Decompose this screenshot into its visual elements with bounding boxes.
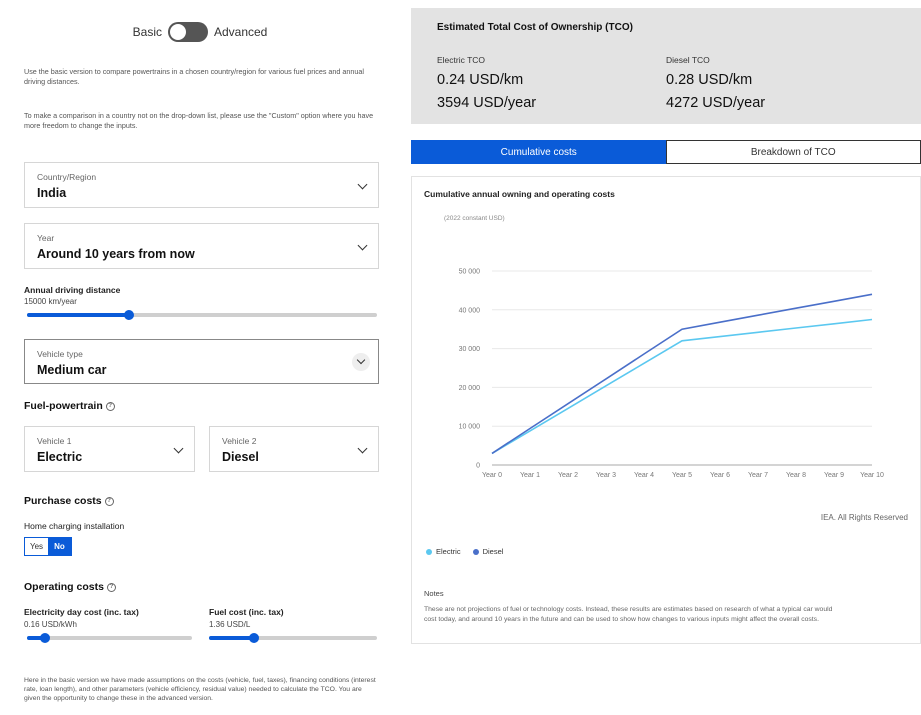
x-tick-label: Year 8 (786, 472, 806, 479)
legend-dot-electric (426, 548, 432, 555)
info-icon[interactable]: ? (105, 401, 115, 411)
purchase-costs-title-text: Purchase costs (24, 495, 102, 507)
chevron-down-icon (173, 443, 184, 454)
year-select[interactable]: Year Around 10 years from now (24, 223, 379, 269)
help-text-custom: To make a comparison in a country not on… (24, 111, 374, 130)
vehicle-type-select[interactable]: Vehicle type Medium car (24, 339, 379, 384)
country-value: India (37, 186, 67, 200)
chevron-down-icon (356, 355, 366, 365)
basic-settings-panel: Basic Advanced Use the basic version to … (0, 0, 400, 715)
basic-label: Basic (132, 25, 162, 39)
results-tabs: Cumulative costs Breakdown of TCO (411, 140, 921, 164)
x-tick-label: Year 5 (672, 472, 692, 479)
chevron-down-circle (352, 353, 370, 371)
advanced-label: Advanced (213, 25, 268, 39)
operating-costs-title: Operating costs ? (24, 581, 116, 593)
country-select[interactable]: Country/Region India (24, 162, 379, 208)
notes-title: Notes (424, 589, 444, 598)
info-icon[interactable]: ? (104, 496, 114, 506)
y-tick-label: 40 000 (459, 307, 481, 314)
vehicle1-label: Vehicle 1 (37, 436, 72, 446)
chevron-down-icon (357, 443, 368, 454)
diesel-tco-per-km: 0.28 USD/km (666, 72, 753, 88)
x-tick-label: Year 9 (824, 472, 844, 479)
x-tick-label: Year 3 (596, 472, 616, 479)
mode-switch[interactable] (167, 22, 208, 42)
cumulative-costs-chart: Cumulative annual owning and operating c… (411, 176, 921, 644)
y-tick-label: 0 (476, 463, 480, 470)
diesel-tco-label: Diesel TCO (666, 55, 710, 65)
help-text-basic: Use the basic version to compare powertr… (24, 67, 364, 86)
driving-distance-value: 15000 km/year (24, 297, 77, 306)
slider-fill (209, 636, 255, 640)
home-charging-no-button[interactable]: No (48, 538, 71, 555)
y-tick-label: 50 000 (459, 269, 481, 276)
notes-text: These are not projections of fuel or tec… (424, 606, 833, 623)
legend-item-diesel[interactable]: Diesel (472, 547, 504, 556)
home-charging-yes-button[interactable]: Yes (25, 538, 48, 555)
x-tick-label: Year 10 (860, 472, 884, 479)
chart-plot: 0 10 000 20 000 30 000 40 000 50 000 Year 0 Yea… (459, 269, 884, 480)
info-icon[interactable]: ? (106, 582, 116, 592)
legend-label-electric: Electric (436, 547, 461, 556)
purchase-costs-title: Purchase costs ? (24, 495, 114, 507)
tco-summary: Estimated Total Cost of Ownership (TCO) … (411, 8, 921, 124)
vehicle2-label: Vehicle 2 (222, 436, 257, 446)
chevron-down-icon (357, 240, 368, 251)
slider-thumb[interactable] (123, 310, 134, 320)
vehicle1-select[interactable]: Vehicle 1 Electric (24, 426, 195, 472)
tab-cumulative-costs[interactable]: Cumulative costs (412, 141, 666, 163)
slider-thumb[interactable] (40, 633, 51, 643)
x-tick-label: Year 1 (520, 472, 540, 479)
x-tick-label: Year 2 (558, 472, 578, 479)
y-tick-label: 20 000 (459, 385, 481, 392)
fuel-cost-slider[interactable] (209, 633, 377, 643)
fuel-powertrain-title-text: Fuel-powertrain (24, 400, 103, 412)
fuel-powertrain-title: Fuel-powertrain ? (24, 400, 115, 412)
country-label: Country/Region (37, 172, 97, 182)
vehicle1-value: Electric (37, 450, 83, 464)
vehicle-type-label: Vehicle type (37, 349, 83, 359)
electricity-cost-slider[interactable] (27, 633, 192, 643)
chart-legend: Electric Diesel (426, 547, 503, 556)
electric-tco-per-km: 0.24 USD/km (437, 72, 524, 88)
electric-tco-label: Electric TCO (437, 55, 486, 65)
electricity-cost-label: Electricity day cost (inc. tax) (24, 607, 139, 617)
legend-dot-diesel (472, 548, 479, 555)
vehicle2-select[interactable]: Vehicle 2 Diesel (209, 426, 379, 472)
x-tick-label: Year 6 (710, 472, 730, 479)
basic-version-note: Here in the basic version we have made a… (24, 677, 376, 702)
driving-distance-slider[interactable] (27, 310, 377, 320)
slider-thumb[interactable] (249, 633, 260, 643)
home-charging-label: Home charging installation (24, 521, 125, 531)
fuel-cost-label: Fuel cost (inc. tax) (209, 607, 284, 617)
operating-costs-title-text: Operating costs (24, 581, 104, 593)
mode-toggle-row: Basic Advanced (0, 22, 400, 42)
legend-item-electric[interactable]: Electric (426, 547, 461, 556)
tab-breakdown-of-tco[interactable]: Breakdown of TCO (665, 140, 921, 164)
electric-tco-per-year: 3594 USD/year (437, 95, 537, 111)
x-tick-label: Year 4 (634, 472, 654, 479)
series-line-diesel (491, 293, 873, 455)
year-value: Around 10 years from now (37, 247, 195, 261)
x-tick-label: Year 0 (482, 472, 502, 479)
series-line-electric (491, 318, 873, 455)
year-label: Year (37, 233, 55, 243)
chevron-down-icon (357, 179, 368, 190)
y-tick-label: 30 000 (459, 346, 481, 353)
switch-knob (169, 24, 186, 40)
home-charging-toggle: Yes No (24, 537, 72, 556)
slider-fill (27, 313, 129, 317)
copyright-text: IEA. All Rights Reserved (820, 513, 908, 522)
x-tick-label: Year 7 (748, 472, 768, 479)
driving-distance-label: Annual driving distance (24, 285, 121, 295)
tco-title: Estimated Total Cost of Ownership (TCO) (437, 22, 633, 33)
legend-label-diesel: Diesel (482, 547, 504, 556)
vehicle2-value: Diesel (222, 450, 259, 464)
fuel-cost-value: 1.36 USD/L (209, 620, 251, 629)
vehicle-type-value: Medium car (37, 363, 107, 377)
diesel-tco-per-year: 4272 USD/year (666, 95, 766, 111)
electricity-cost-value: 0.16 USD/kWh (24, 620, 77, 629)
y-tick-label: 10 000 (459, 424, 481, 431)
